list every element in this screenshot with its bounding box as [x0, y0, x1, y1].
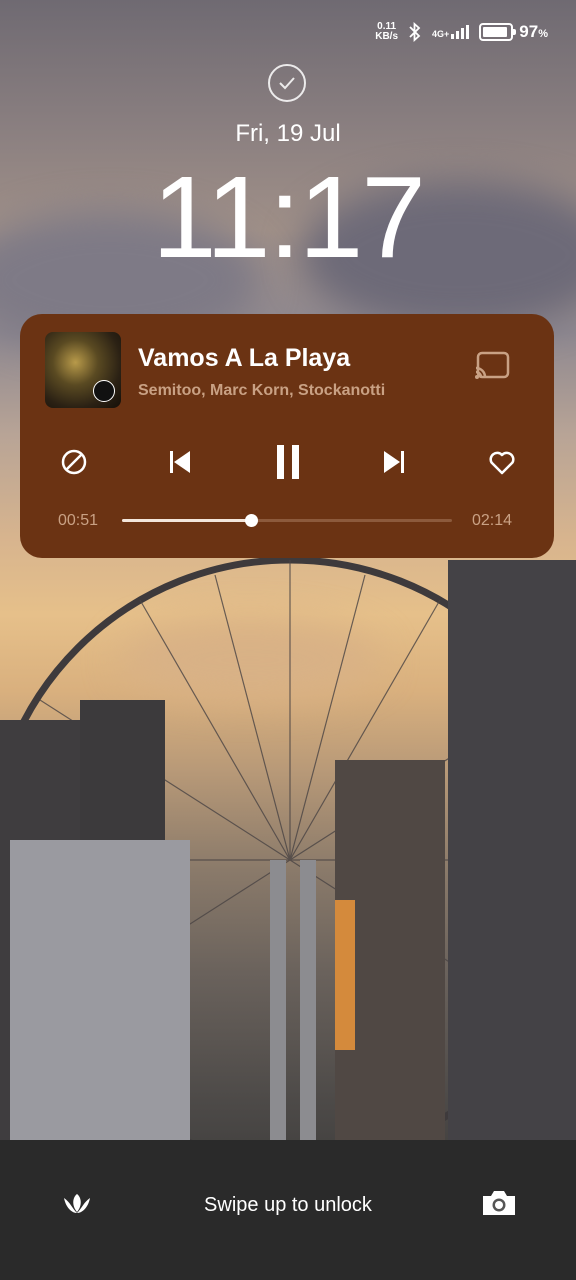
battery-indicator: 97%	[479, 22, 548, 42]
lockscreen-date: Fri, 19 Jul	[235, 120, 341, 147]
media-player-card[interactable]: Vamos A La Playa Semitoo, Marc Korn, Sto…	[20, 314, 554, 558]
seek-bar[interactable]	[122, 514, 452, 527]
block-icon	[61, 449, 87, 475]
signal-indicator: 4G+	[432, 25, 470, 39]
track-artist: Semitoo, Marc Korn, Stockanotti	[138, 382, 386, 399]
seek-handle[interactable]	[244, 514, 258, 527]
block-button[interactable]	[54, 444, 94, 480]
pause-icon	[277, 445, 299, 479]
elapsed-time: 00:51	[58, 512, 99, 529]
status-bar: 0.11 KB/s 4G+ 97%	[375, 22, 548, 42]
music-app-icon	[93, 380, 115, 402]
battery-icon	[479, 23, 517, 41]
heart-icon	[489, 451, 515, 475]
pause-button[interactable]	[268, 444, 308, 480]
signal-icon	[451, 25, 470, 39]
camera-icon[interactable]	[480, 1188, 518, 1218]
next-button[interactable]	[374, 444, 414, 480]
check-circle-icon	[268, 64, 306, 102]
previous-icon	[170, 451, 190, 473]
next-icon	[384, 451, 404, 473]
total-time: 02:14	[472, 512, 513, 529]
track-title: Vamos A La Playa	[138, 344, 351, 372]
album-art	[45, 332, 121, 408]
network-speed: 0.11 KB/s	[375, 21, 399, 42]
previous-button[interactable]	[160, 444, 200, 480]
cast-icon[interactable]	[474, 350, 512, 382]
like-button[interactable]	[482, 444, 522, 480]
bluetooth-icon	[409, 22, 421, 42]
lockscreen-clock: 11:17	[152, 152, 426, 282]
lockscreen-bottom-bar: Swipe up to unlock	[0, 1182, 576, 1228]
seek-progress	[122, 519, 251, 522]
